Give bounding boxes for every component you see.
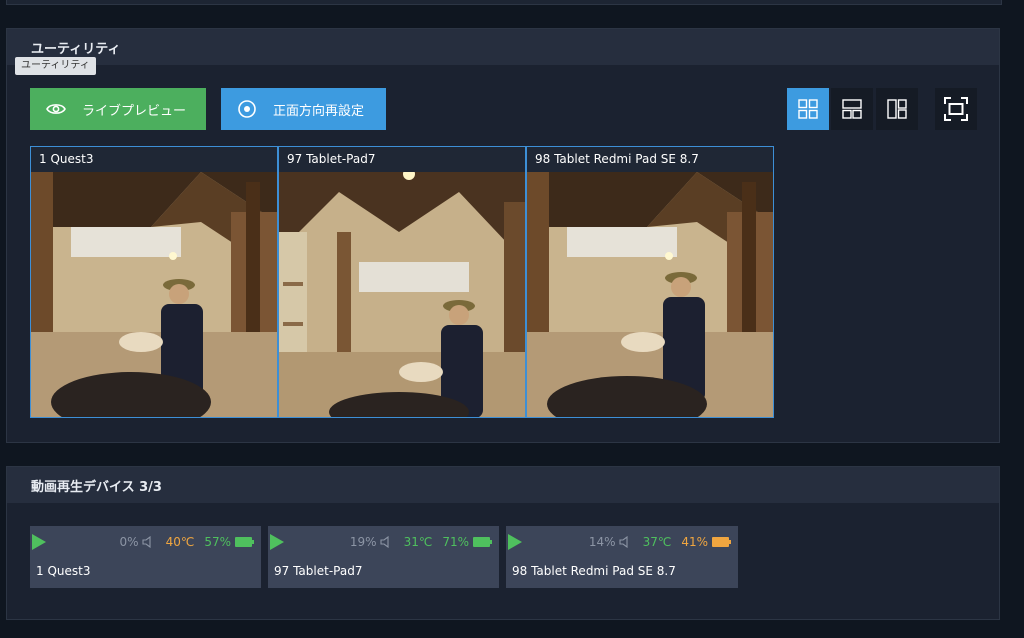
preview-tile-label: 98 Tablet Redmi Pad SE 8.7 xyxy=(527,147,773,173)
preview-tile[interactable]: 98 Tablet Redmi Pad SE 8.7 xyxy=(526,146,774,418)
fullscreen-button[interactable] xyxy=(935,88,977,130)
preview-tile[interactable]: 97 Tablet-Pad7 xyxy=(278,146,526,418)
target-icon xyxy=(237,99,257,119)
grid-view-icon xyxy=(798,99,818,119)
left-focus-view-button[interactable] xyxy=(876,88,918,130)
device-stats: 0% 40℃ 57% xyxy=(120,535,255,549)
top-focus-view-button[interactable] xyxy=(831,88,873,130)
play-icon[interactable] xyxy=(32,534,46,550)
device-card[interactable]: 0% 40℃ 57% 1 Quest3 xyxy=(30,526,261,588)
volume-value: 19% xyxy=(349,535,377,549)
utility-tooltip: ユーティリティ xyxy=(15,57,96,75)
utility-panel-title: ユーティリティ xyxy=(7,29,999,65)
device-name: 97 Tablet-Pad7 xyxy=(274,564,363,578)
video-frame-image xyxy=(527,172,773,417)
battery-icon xyxy=(473,537,492,547)
volume-value: 14% xyxy=(588,535,616,549)
video-frame-image xyxy=(31,172,277,417)
speaker-icon xyxy=(619,536,628,548)
device-name: 1 Quest3 xyxy=(36,564,91,578)
battery-icon xyxy=(712,537,731,547)
previous-panel xyxy=(6,0,1002,5)
battery-value: 41% xyxy=(681,535,708,549)
temperature-value: 37℃ xyxy=(642,535,672,549)
device-name: 98 Tablet Redmi Pad SE 8.7 xyxy=(512,564,676,578)
live-preview-label: ライブプレビュー xyxy=(82,103,187,119)
eye-icon xyxy=(46,99,66,119)
battery-value: 71% xyxy=(442,535,469,549)
speaker-icon xyxy=(380,536,389,548)
preview-tile-label: 97 Tablet-Pad7 xyxy=(279,147,525,173)
video-frame-image xyxy=(279,172,525,417)
device-stats: 14% 37℃ 41% xyxy=(589,535,732,549)
device-card[interactable]: 19% 31℃ 71% 97 Tablet-Pad7 xyxy=(268,526,499,588)
left-focus-layout-icon xyxy=(887,99,907,119)
play-icon[interactable] xyxy=(508,534,522,550)
volume-value: 0% xyxy=(119,535,139,549)
recenter-label: 正面方向再設定 xyxy=(273,103,365,119)
preview-tile[interactable]: 1 Quest3 xyxy=(30,146,278,418)
top-focus-layout-icon xyxy=(842,99,862,119)
battery-value: 57% xyxy=(204,535,231,549)
device-stats: 19% 31℃ 71% xyxy=(350,535,493,549)
devices-panel-title: 動画再生デバイス 3/3 xyxy=(7,467,999,503)
temperature-value: 31℃ xyxy=(403,535,433,549)
grid-view-button[interactable] xyxy=(787,88,829,130)
play-icon[interactable] xyxy=(270,534,284,550)
device-card[interactable]: 14% 37℃ 41% 98 Tablet Redmi Pad SE 8.7 xyxy=(506,526,738,588)
live-preview-button[interactable]: ライブプレビュー xyxy=(30,88,206,130)
battery-icon xyxy=(235,537,254,547)
recenter-button[interactable]: 正面方向再設定 xyxy=(221,88,386,130)
fullscreen-icon xyxy=(944,97,968,121)
speaker-icon xyxy=(142,536,151,548)
preview-tile-label: 1 Quest3 xyxy=(31,147,277,173)
temperature-value: 40℃ xyxy=(165,535,195,549)
